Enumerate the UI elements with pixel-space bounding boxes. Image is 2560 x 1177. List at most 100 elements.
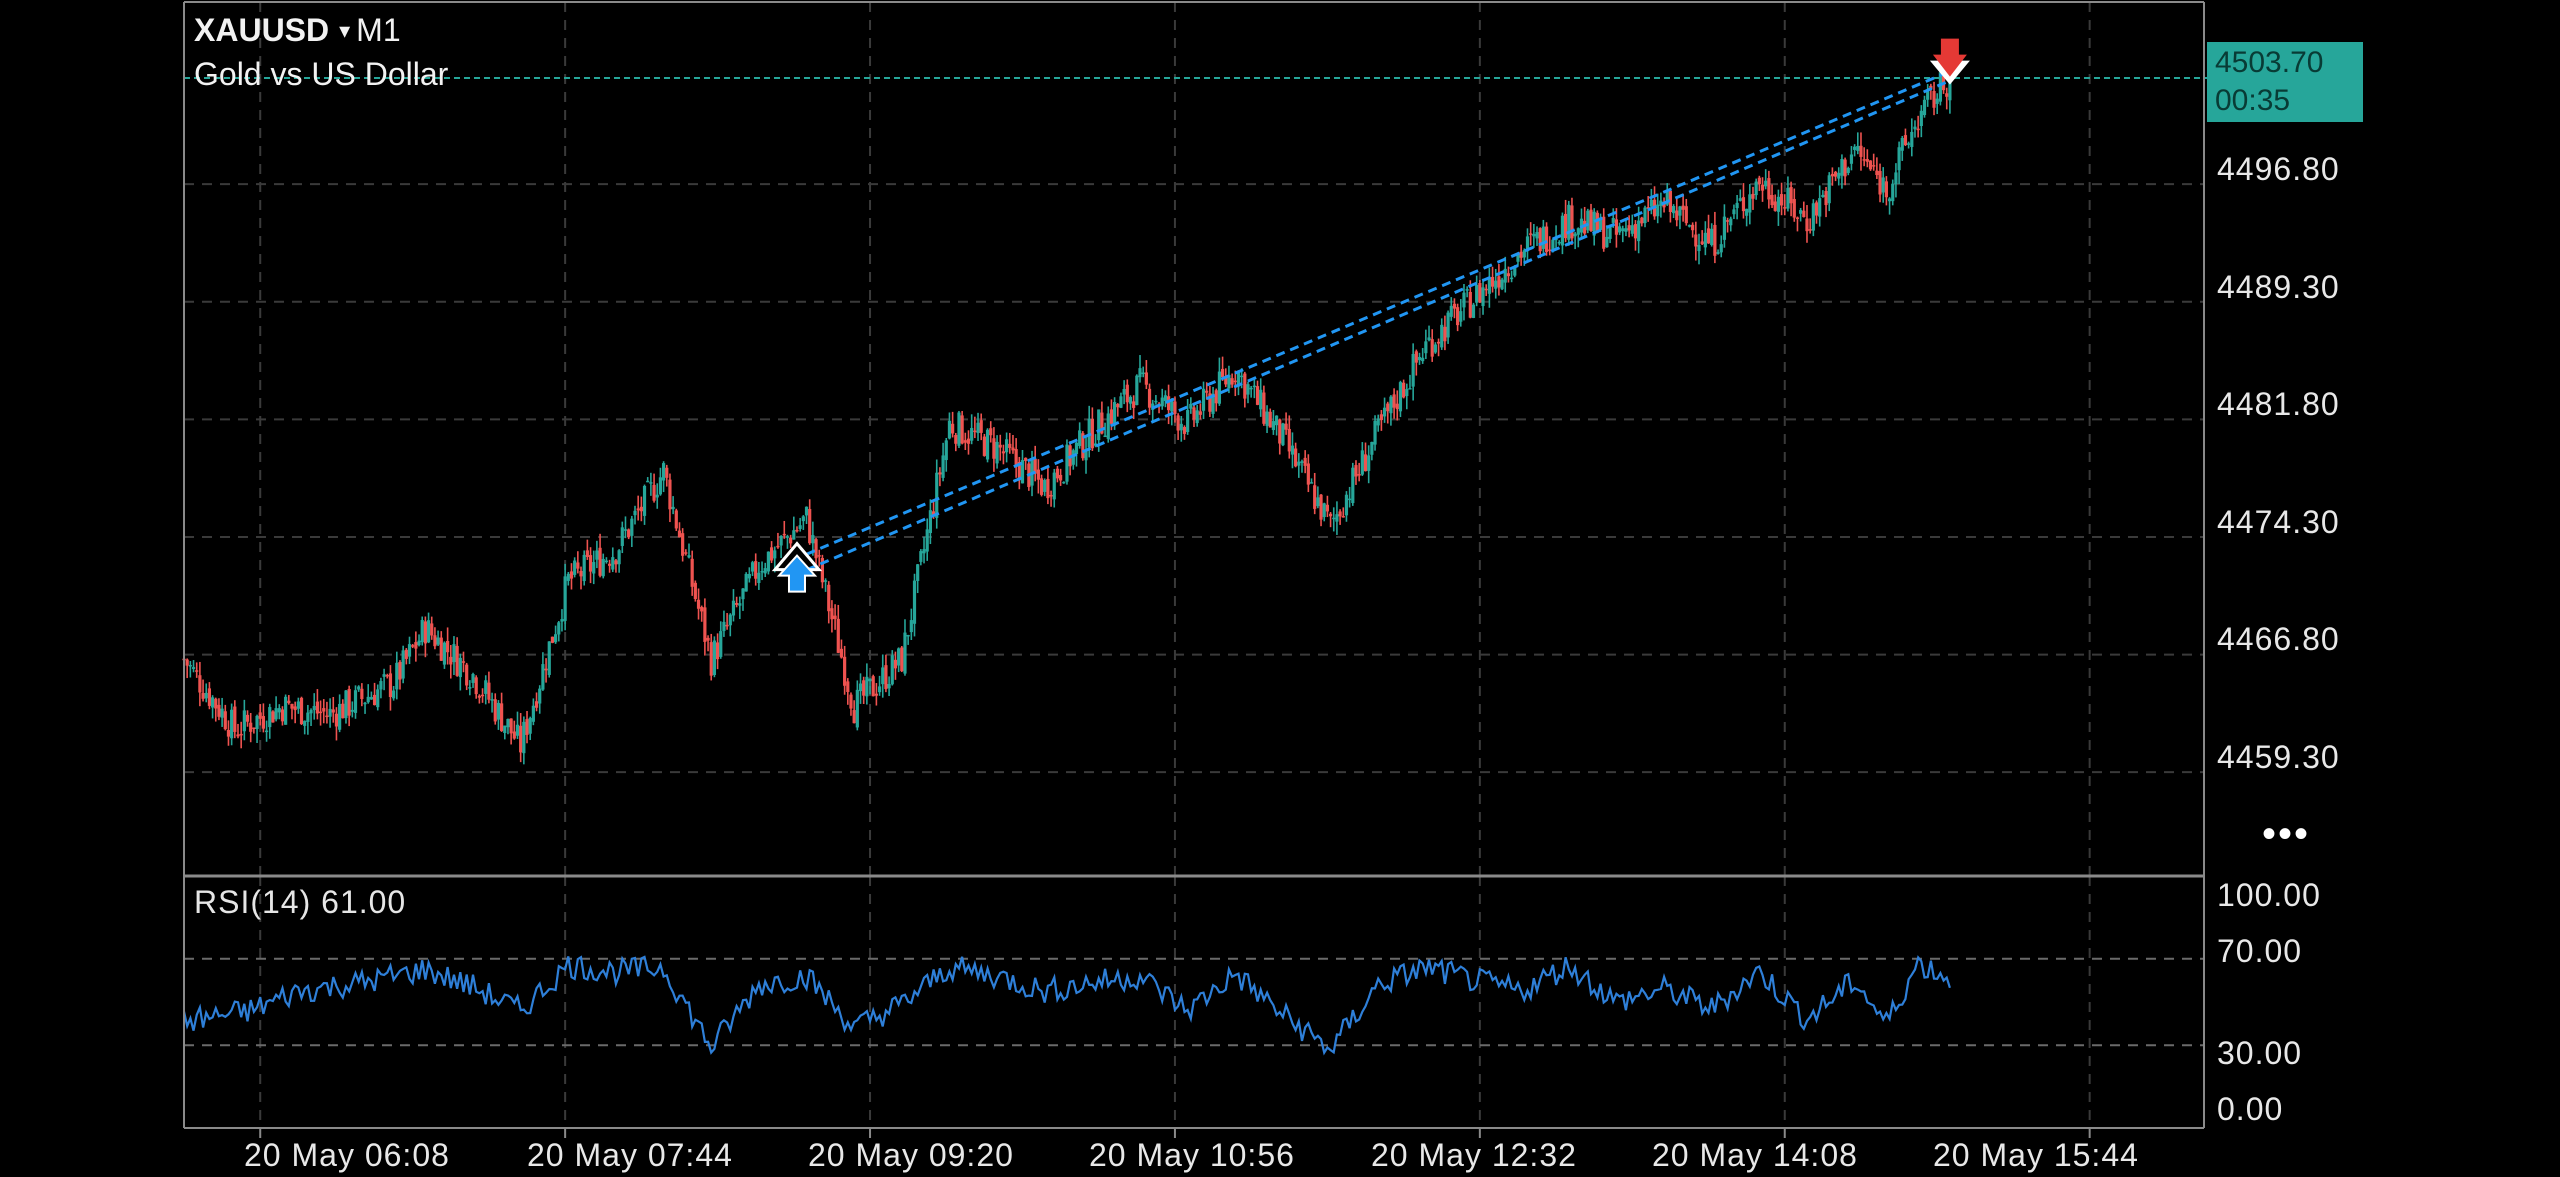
candle-body — [1186, 410, 1190, 433]
candle-body — [560, 619, 564, 622]
candle-body — [480, 694, 485, 697]
candle-body — [782, 533, 786, 536]
candle-body — [271, 711, 275, 723]
candle-body — [442, 642, 447, 665]
candle-body — [811, 535, 815, 544]
symbol-name[interactable]: XAUUSD — [194, 12, 329, 48]
candle-body — [1884, 181, 1888, 198]
candle-body — [684, 552, 688, 554]
candle-body — [242, 710, 246, 732]
candle-body — [982, 436, 986, 456]
candle-body — [341, 703, 345, 719]
candle-body — [379, 681, 383, 690]
candle-body — [1617, 226, 1622, 233]
candle-body — [970, 427, 974, 441]
candle-body — [1417, 356, 1422, 361]
current-price: 4503.70 — [2215, 46, 2324, 79]
candle-body — [639, 506, 643, 512]
dropdown-icon[interactable]: ▾ — [339, 18, 350, 43]
candle-body — [1611, 218, 1615, 223]
candle-body — [1468, 291, 1472, 318]
candle-body — [750, 562, 755, 572]
chart-grid — [184, 2, 2360, 1128]
price-chart[interactable] — [0, 0, 2560, 1177]
symbol-description: Gold vs US Dollar — [194, 56, 449, 92]
candle-body — [1741, 197, 1746, 212]
candle-body — [1430, 339, 1434, 357]
candle-body — [1544, 226, 1549, 252]
candle-body — [277, 708, 281, 713]
candle-body — [687, 555, 691, 558]
symbol-selector[interactable]: XAUUSD ▾ M1 — [194, 12, 401, 49]
candle-body — [1862, 159, 1866, 161]
rsi-tick: 100.00 — [2217, 877, 2321, 913]
candle-body — [426, 620, 431, 643]
candle-body — [1449, 305, 1453, 317]
candle-body — [747, 573, 751, 579]
candle-body — [534, 701, 539, 708]
candle-body — [1713, 224, 1717, 256]
candle-body — [690, 558, 694, 587]
candle-body — [722, 621, 726, 632]
candle-body — [1395, 403, 1399, 410]
candle-body — [1833, 171, 1838, 177]
candle-body — [1373, 420, 1377, 445]
candle-body — [817, 555, 821, 557]
candle-body — [738, 603, 742, 606]
candle-body — [1494, 280, 1498, 289]
trendline — [805, 79, 1951, 572]
candle-body — [1074, 442, 1079, 455]
rsi-tick: 30.00 — [2217, 1035, 2303, 1071]
candle-body — [430, 623, 434, 636]
candle-body — [1725, 220, 1730, 222]
candle-body — [941, 455, 945, 478]
candle-body — [366, 696, 370, 703]
candle-body — [852, 710, 856, 724]
candle-body — [1154, 400, 1158, 403]
candle-body — [284, 696, 288, 725]
candle-body — [1392, 394, 1396, 408]
candle-body — [1116, 404, 1120, 408]
current-price-tag: 4503.70 00:35 — [2207, 42, 2363, 122]
candle-body — [1945, 93, 1949, 97]
candle-body — [1252, 385, 1256, 388]
candle-body — [957, 412, 961, 446]
candle-body — [1024, 457, 1028, 461]
candle-body — [795, 529, 799, 532]
time-tick: 20 May 10:56 — [1089, 1137, 1295, 1173]
candle-body — [1872, 165, 1876, 167]
candle-body — [1821, 194, 1825, 198]
candle-body — [458, 657, 462, 678]
candle-body — [255, 715, 259, 730]
candle-body — [963, 440, 967, 443]
candle-body — [1354, 465, 1358, 477]
candle-body — [1459, 311, 1463, 322]
candle-body — [630, 518, 634, 536]
candle-body — [1910, 131, 1914, 147]
candle-body — [1316, 497, 1320, 507]
candle-body — [547, 641, 551, 675]
candle-body — [620, 527, 624, 546]
candle-body — [449, 656, 453, 665]
rsi-pane — [182, 955, 1951, 1056]
candle-body — [1922, 99, 1927, 116]
candle-body — [601, 558, 605, 577]
candle-body — [925, 529, 929, 552]
candle-body — [1132, 401, 1136, 408]
candle-body — [604, 560, 609, 563]
candle-body — [217, 704, 221, 717]
more-options-icon[interactable]: ••• — [2262, 812, 2310, 857]
candle-body — [1271, 421, 1276, 431]
candle-body — [884, 665, 888, 690]
candle-body — [1465, 289, 1469, 291]
timeframe[interactable]: M1 — [356, 12, 400, 48]
candle-body — [357, 686, 361, 690]
candle-body — [1144, 372, 1148, 385]
candle-body — [1456, 307, 1460, 326]
price-tick: 4481.80 — [2217, 386, 2340, 422]
candle-body — [1274, 415, 1279, 426]
candle-body — [1719, 244, 1723, 253]
candle-body — [1357, 474, 1361, 476]
candle-body — [474, 677, 478, 695]
candle-body — [360, 688, 364, 700]
